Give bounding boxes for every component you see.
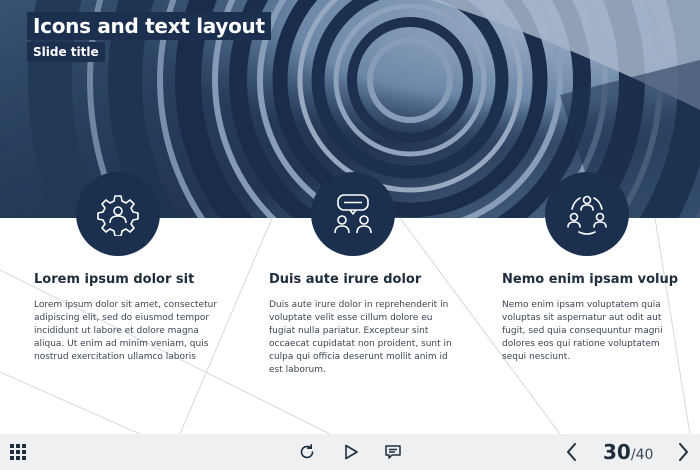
column-1-body: Lorem ipsum dolor sit amet, consectetur … xyxy=(34,300,218,362)
total-page-count: 40 xyxy=(635,447,654,463)
notes-icon xyxy=(385,445,401,459)
chat-users-icon xyxy=(311,172,395,256)
team-cycle-icon xyxy=(545,172,629,256)
play-button[interactable] xyxy=(336,434,366,470)
grid-menu-icon xyxy=(10,444,26,460)
feature-column-1: Lorem ipsum dolor sit Lorem ipsum dolor … xyxy=(34,172,224,364)
current-page-number: 30 xyxy=(603,440,631,464)
player-toolbar: 30 / 40 xyxy=(0,434,700,470)
previous-slide-button[interactable] xyxy=(557,434,587,470)
replay-button[interactable] xyxy=(292,434,322,470)
menu-button[interactable] xyxy=(3,434,33,470)
column-2-heading: Duis aute irure dolor xyxy=(269,272,422,287)
column-1-heading: Lorem ipsum dolor sit xyxy=(34,272,195,287)
play-icon xyxy=(345,444,358,460)
column-3-body: Nemo enim ipsam voluptatem quia voluptas… xyxy=(502,300,663,362)
gear-user-icon xyxy=(76,172,160,256)
column-2-body: Duis aute irure dolor in reprehenderit i… xyxy=(269,300,452,375)
feature-column-2: Duis aute irure dolor Duis aute irure do… xyxy=(269,172,459,377)
page-indicator: 30 / 40 xyxy=(603,440,653,466)
chevron-left-icon xyxy=(567,443,576,461)
feature-column-3: Nemo enim ipsam volup Nemo enim ipsam vo… xyxy=(502,172,679,364)
notes-button[interactable] xyxy=(378,434,408,470)
next-slide-button[interactable] xyxy=(668,434,698,470)
chevron-right-icon xyxy=(679,443,688,461)
column-3-heading: Nemo enim ipsam volup xyxy=(502,272,679,287)
replay-icon xyxy=(300,444,314,459)
